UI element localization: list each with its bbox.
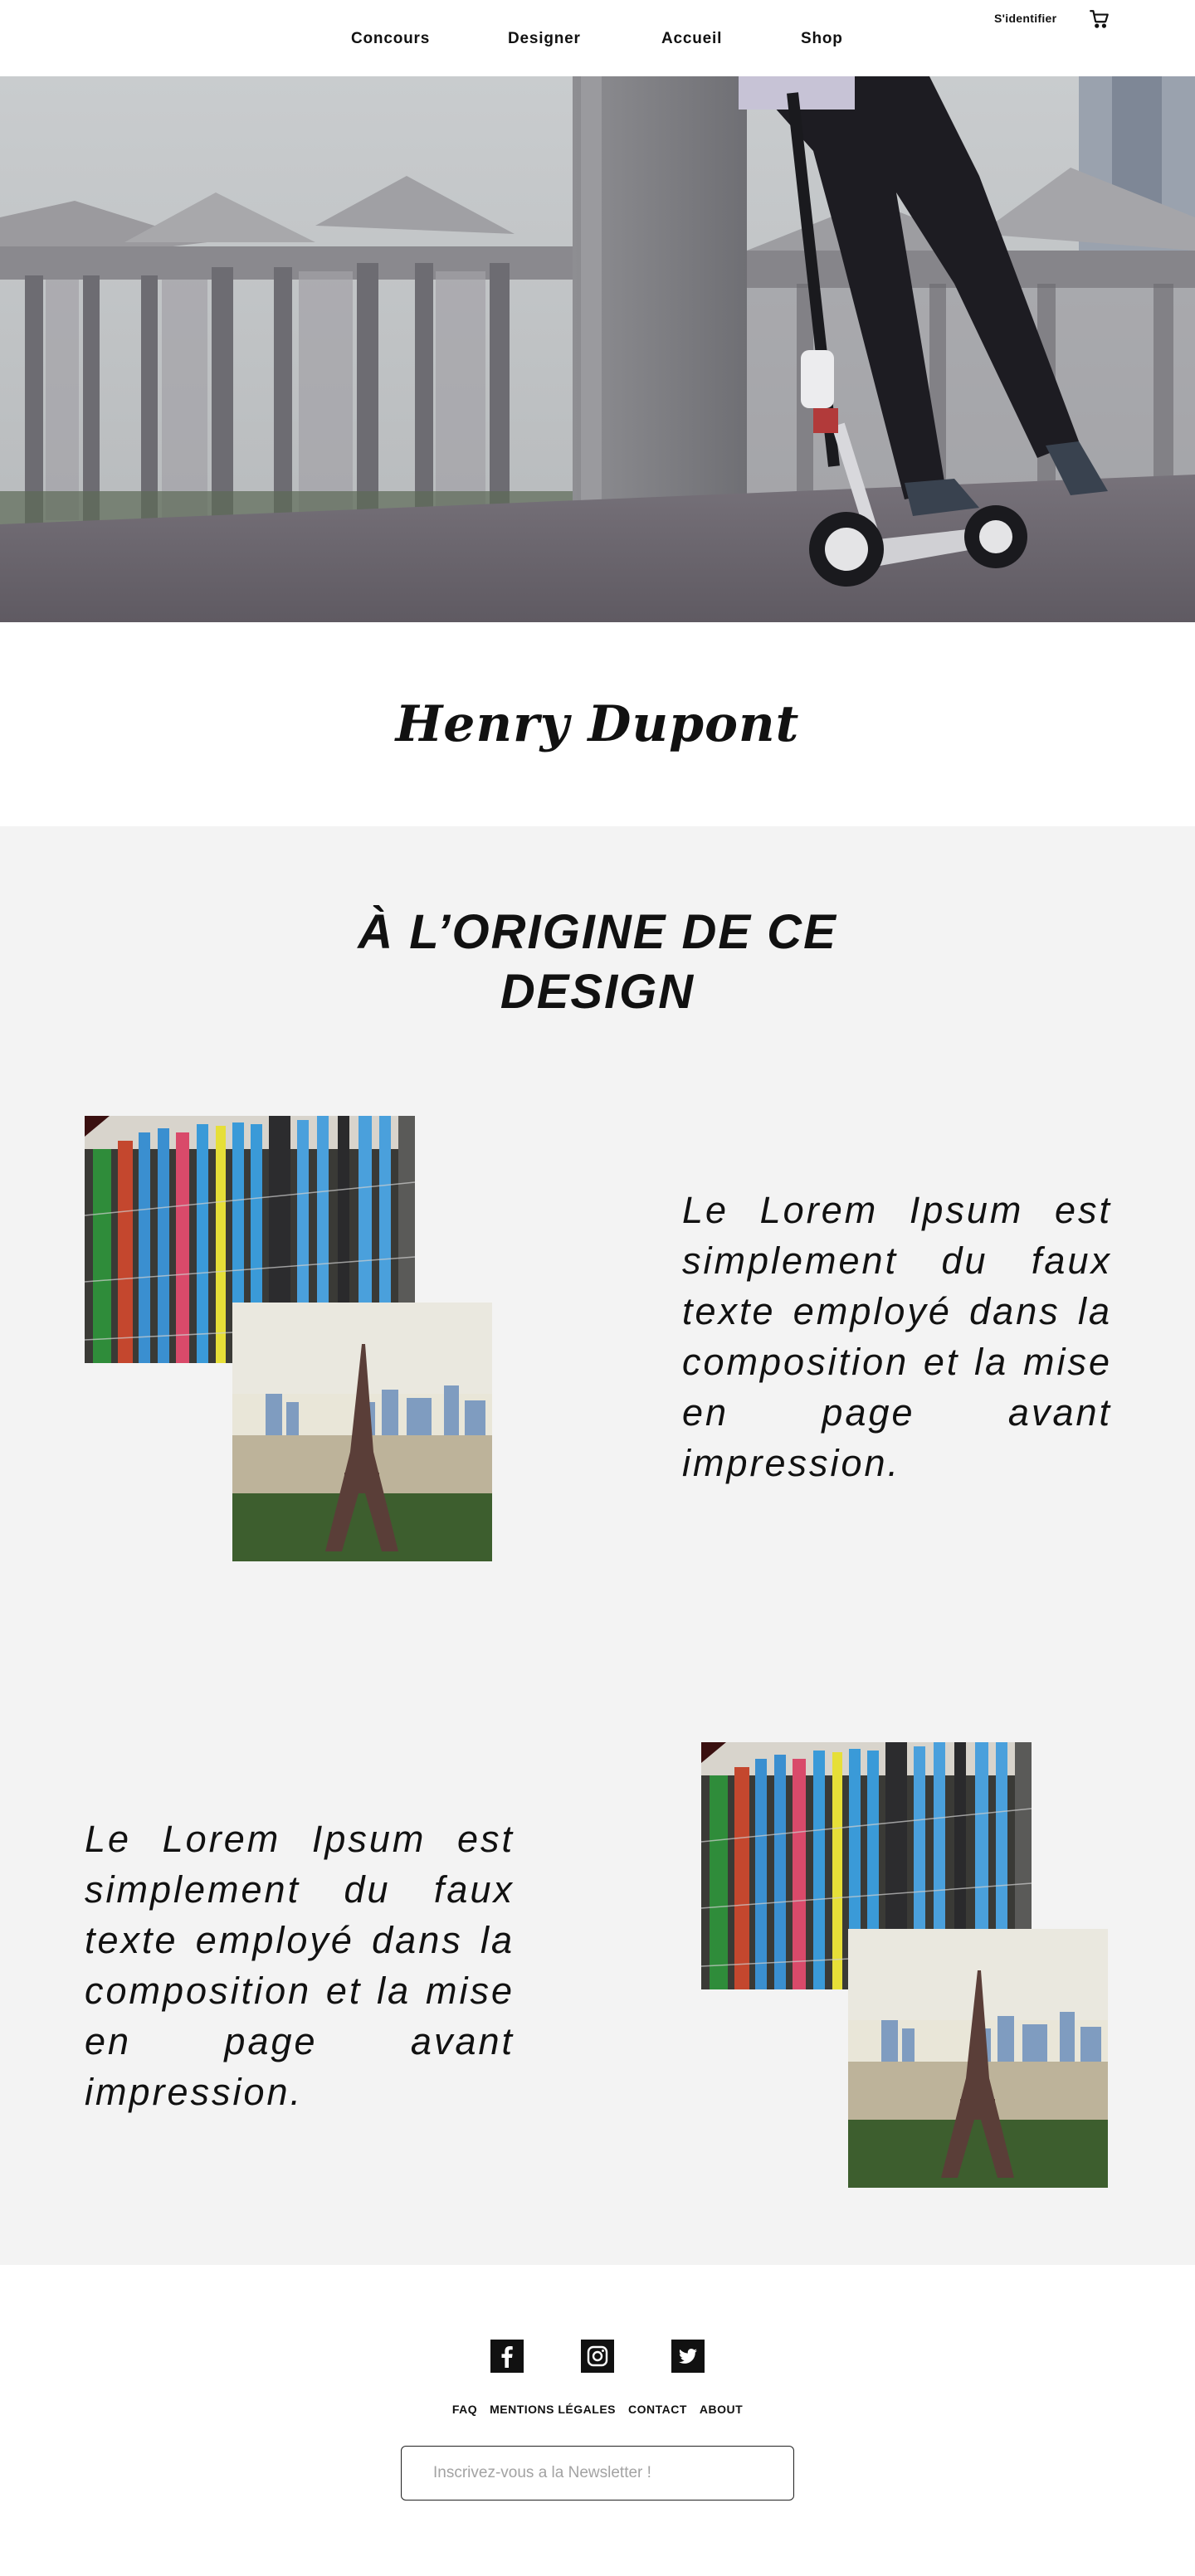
instagram-icon[interactable] bbox=[581, 2340, 614, 2373]
footer-link-mentions-legales[interactable]: MENTIONS LÉGALES bbox=[490, 2403, 616, 2416]
designer-name: Henry Dupont bbox=[395, 695, 800, 753]
origin-text-2: Le Lorem Ipsum est simplement du faux te… bbox=[85, 1818, 515, 2113]
eiffel-tower-photo bbox=[232, 1303, 492, 1561]
designer-name-section: Henry Dupont bbox=[0, 622, 1195, 826]
footer-link-faq[interactable]: FAQ bbox=[452, 2403, 477, 2416]
origin-text-1: Le Lorem Ipsum est simplement du faux te… bbox=[682, 1189, 1112, 1484]
hero-image bbox=[0, 76, 1195, 622]
facebook-icon[interactable] bbox=[490, 2340, 524, 2373]
footer-link-about[interactable]: ABOUT bbox=[700, 2403, 743, 2416]
origin-title: À L’ORIGINE DE CE DESIGN bbox=[358, 905, 837, 1019]
site-footer: FAQ MENTIONS LÉGALES CONTACT ABOUT bbox=[0, 2265, 1195, 2576]
footer-link-contact[interactable]: CONTACT bbox=[628, 2403, 687, 2416]
nav-item-designer[interactable]: Designer bbox=[508, 30, 581, 48]
cart-icon[interactable] bbox=[1089, 8, 1110, 30]
footer-links: FAQ MENTIONS LÉGALES CONTACT ABOUT bbox=[0, 2403, 1195, 2416]
signin-link[interactable]: S'identifier bbox=[994, 12, 1056, 25]
newsletter-input[interactable] bbox=[401, 2446, 794, 2501]
nav-item-accueil[interactable]: Accueil bbox=[661, 30, 722, 48]
eiffel-tower-photo bbox=[848, 1929, 1108, 2188]
nav-item-concours[interactable]: Concours bbox=[351, 30, 430, 48]
origin-section: À L’ORIGINE DE CE DESIGN Le Lorem Ipsum … bbox=[0, 826, 1195, 2265]
twitter-icon[interactable] bbox=[671, 2340, 705, 2373]
site-header: Concours Designer Accueil Shop S'identif… bbox=[0, 0, 1195, 76]
nav-item-shop[interactable]: Shop bbox=[801, 30, 843, 48]
